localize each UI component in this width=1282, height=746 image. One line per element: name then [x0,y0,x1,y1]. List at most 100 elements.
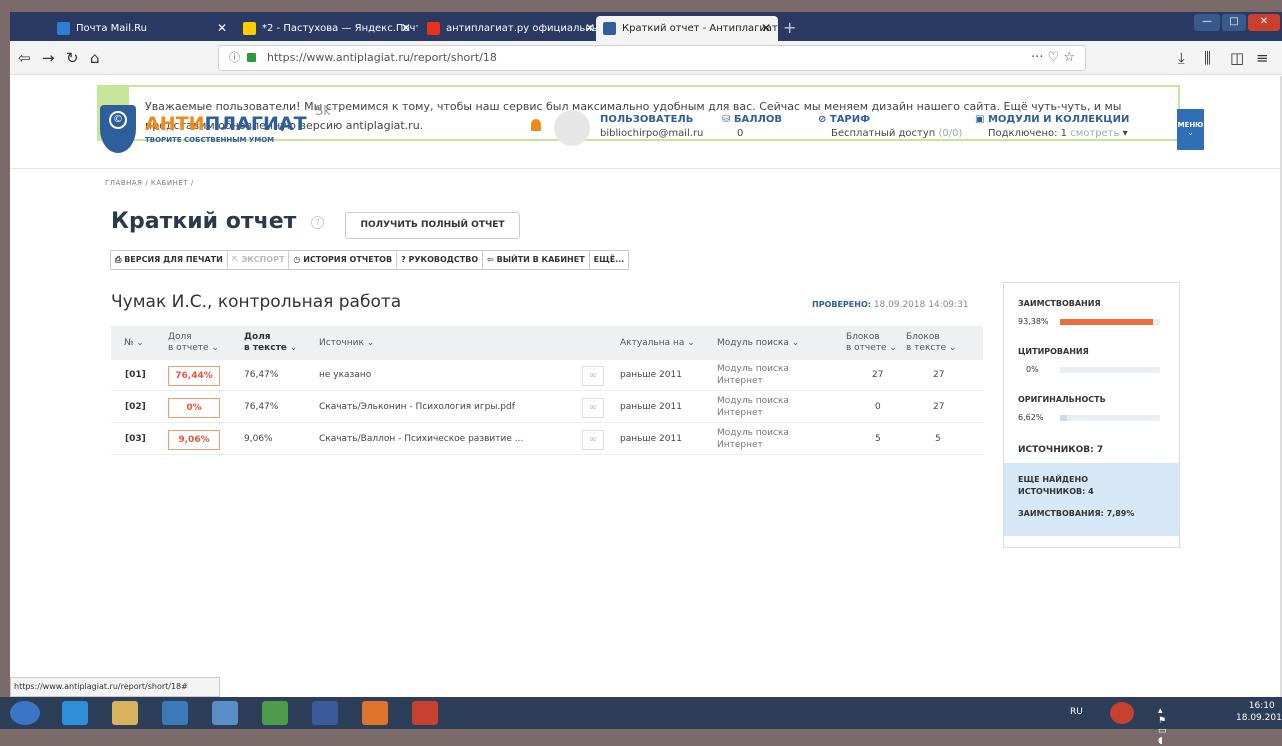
source-name[interactable]: Скачать/Валлон - Психическое развитие ..… [319,424,523,455]
forward-icon[interactable]: → [42,49,55,67]
full-report-button[interactable]: ПОЛУЧИТЬ ПОЛНЫЙ ОТЧЕТ [345,212,520,239]
tab-antiplagiat-search[interactable]: антиплагиат.ру официальный ✕ [420,16,602,41]
help-icon[interactable]: ? [311,216,324,229]
source-name[interactable]: не указано [319,360,371,391]
hamburger-menu-icon[interactable]: ≡ [1256,49,1269,67]
close-icon[interactable]: ✕ [761,16,771,41]
found-more-box[interactable]: ЕЩЕ НАЙДЕНО ИСТОЧНИКОВ: 4 ЗАИМСТВОВАНИЯ:… [1004,463,1179,536]
logo-brand[interactable]: АНТИПЛАГИАТ [145,113,307,135]
summary-panel: ЗАИМСТВОВАНИЯ 93,38% ЦИТИРОВАНИЯ 0% ОРИГ… [1003,282,1180,548]
tray-icons[interactable]: ▴ ⚑ ▭ ◖ [1158,706,1167,746]
actual-date: раньше 2011 [620,434,682,444]
share-text: 76,47% [244,370,279,380]
link-icon[interactable]: ∞ [582,398,604,418]
link-icon[interactable]: ∞ [582,430,604,450]
report-history-button[interactable]: ◷ ИСТОРИЯ ОТЧЕТОВ [288,250,398,270]
originality-bar [1060,415,1160,421]
cite-label: ЦИТИРОВАНИЯ [1018,347,1089,356]
col-blocks-text[interactable]: Блоков в тексте ⌄ [906,332,957,354]
col-share-report[interactable]: Доля в отчете ⌄ [168,332,219,354]
powerpoint-icon[interactable] [412,701,438,725]
language-indicator[interactable]: RU [1070,707,1083,717]
col-actual[interactable]: Актуальна на ⌄ [620,338,695,349]
share-text: 76,47% [244,402,279,412]
download-icon[interactable]: ⤓ [1178,49,1185,67]
more-button[interactable]: ЕЩЁ... [588,250,630,270]
bell-icon[interactable] [531,119,541,131]
close-icon[interactable]: ✕ [401,16,411,41]
exit-to-cabinet-button[interactable]: ⇦ ВЫЙТИ В КАБИНЕТ [482,250,590,270]
col-num[interactable]: № ⌄ [124,338,144,349]
app-icon[interactable] [212,701,238,725]
manual-button[interactable]: ? РУКОВОДСТВО [396,250,484,270]
col-source[interactable]: Источник ⌄ [319,338,374,349]
firefox-icon[interactable] [362,701,388,725]
close-icon[interactable]: ✕ [217,16,227,41]
clock[interactable]: 16:1018.09.2018 [1236,700,1282,724]
tab-yandex-mail[interactable]: *2 - Пастухова — Яндекс.Почта ✕ [236,16,418,41]
col-share-text[interactable]: Доля в тексте ⌄ [244,332,297,354]
points-value: 0 [737,128,744,139]
start-icon[interactable] [10,701,40,725]
cite-value: 0% [1026,365,1039,374]
row-id: [03] [125,434,146,444]
back-icon[interactable]: ⇦ [18,49,31,67]
explorer-icon[interactable] [112,701,138,725]
yandex-icon [427,22,440,35]
table-row[interactable]: [01] 76,44% 76,47% не указано ∞ раньше 2… [111,360,983,391]
status-bar: https://www.antiplagiat.ru/report/short/… [10,677,220,697]
close-window-button[interactable]: ✕ [1248,14,1280,31]
page-actions[interactable]: ··· ♡ ☆ [1031,46,1075,70]
table-row[interactable]: [02] 0% 76,47% Скачать/Эльконин - Психол… [111,392,983,423]
modules-label[interactable]: ▣ МОДУЛИ И КОЛЛЕКЦИИ [975,114,1129,125]
sidebar-icon[interactable]: ◫ [1230,49,1244,67]
media-icon[interactable] [162,701,188,725]
print-version-button[interactable]: ⎙ ВЕРСИЯ ДЛЯ ПЕЧАТИ [110,250,228,270]
tariff-value: Бесплатный доступ (0/0) [831,128,963,139]
points-label[interactable]: ⛁ БАЛЛОВ [722,114,782,125]
close-icon[interactable]: ✕ [585,16,595,41]
originality-value: 6,62% [1018,413,1044,422]
share-report-badge[interactable]: 76,44% [168,366,220,386]
breadcrumb[interactable]: ГЛАВНАЯ / КАБИНЕТ / [105,179,194,187]
taskbar: RU ▴ ⚑ ▭ ◖ 16:1018.09.2018 [0,697,1282,746]
mail-icon [57,22,70,35]
tab-bar: Почта Mail.Ru ✕ *2 - Пастухова — Яндекс.П… [10,12,1282,41]
sources-count[interactable]: ИСТОЧНИКОВ: 7 [1018,445,1103,455]
home-icon[interactable]: ⌂ [90,49,100,67]
chrome-icon[interactable] [262,701,288,725]
page-title: Краткий отчет [111,209,297,234]
source-name[interactable]: Скачать/Эльконин - Психология игры.pdf [319,392,515,423]
tariff-label[interactable]: ⊘ ТАРИФ [818,114,870,125]
modules-link[interactable]: смотреть [1070,128,1119,139]
antivirus-icon[interactable] [1110,702,1134,724]
url-text: https://www.antiplagiat.ru/report/short/… [267,51,497,64]
nav-bar: ⇦ → ↻ ⌂ ⓘ https://www.antiplagiat.ru/rep… [10,41,1282,75]
app-icon[interactable] [312,701,338,725]
export-button[interactable]: ⇱ ЭКСПОРТ [226,250,290,270]
reload-icon[interactable]: ↻ [66,49,79,67]
user-email: bibliochirpo@mail.ru [600,128,704,139]
user-label[interactable]: ПОЛЬЗОВАТЕЛЬ [600,114,693,125]
url-bar[interactable]: ⓘ https://www.antiplagiat.ru/report/shor… [218,45,1086,71]
link-icon[interactable]: ∞ [582,366,604,386]
skolkovo-logo: Sk [315,104,331,119]
library-icon[interactable]: ⫼ [1204,49,1211,67]
blocks-text: 27 [933,402,945,412]
tab-report[interactable]: Краткий отчет - Антиплагиат ✕ [596,16,778,41]
avatar[interactable] [554,110,590,146]
col-module[interactable]: Модуль поиска ⌄ [717,338,799,349]
maximize-button[interactable]: □ [1222,14,1246,31]
tab-mail[interactable]: Почта Mail.Ru ✕ [50,16,234,41]
col-blocks-report[interactable]: Блоков в отчете ⌄ [846,332,897,354]
new-tab-button[interactable]: + [783,18,796,37]
table-row[interactable]: [03] 9,06% 9,06% Скачать/Валлон - Психич… [111,424,983,455]
logo-shield-icon[interactable]: © [100,105,136,153]
share-report-badge[interactable]: 9,06% [168,430,220,450]
modules-value: Подключено: 1 смотреть ▾ [988,128,1128,139]
share-report-badge[interactable]: 0% [168,398,220,418]
info-icon[interactable]: ⓘ [229,46,240,70]
minimize-button[interactable]: — [1194,14,1220,31]
ie-icon[interactable] [62,701,88,725]
menu-button[interactable]: МЕНЮ ⌄ [1177,109,1204,150]
